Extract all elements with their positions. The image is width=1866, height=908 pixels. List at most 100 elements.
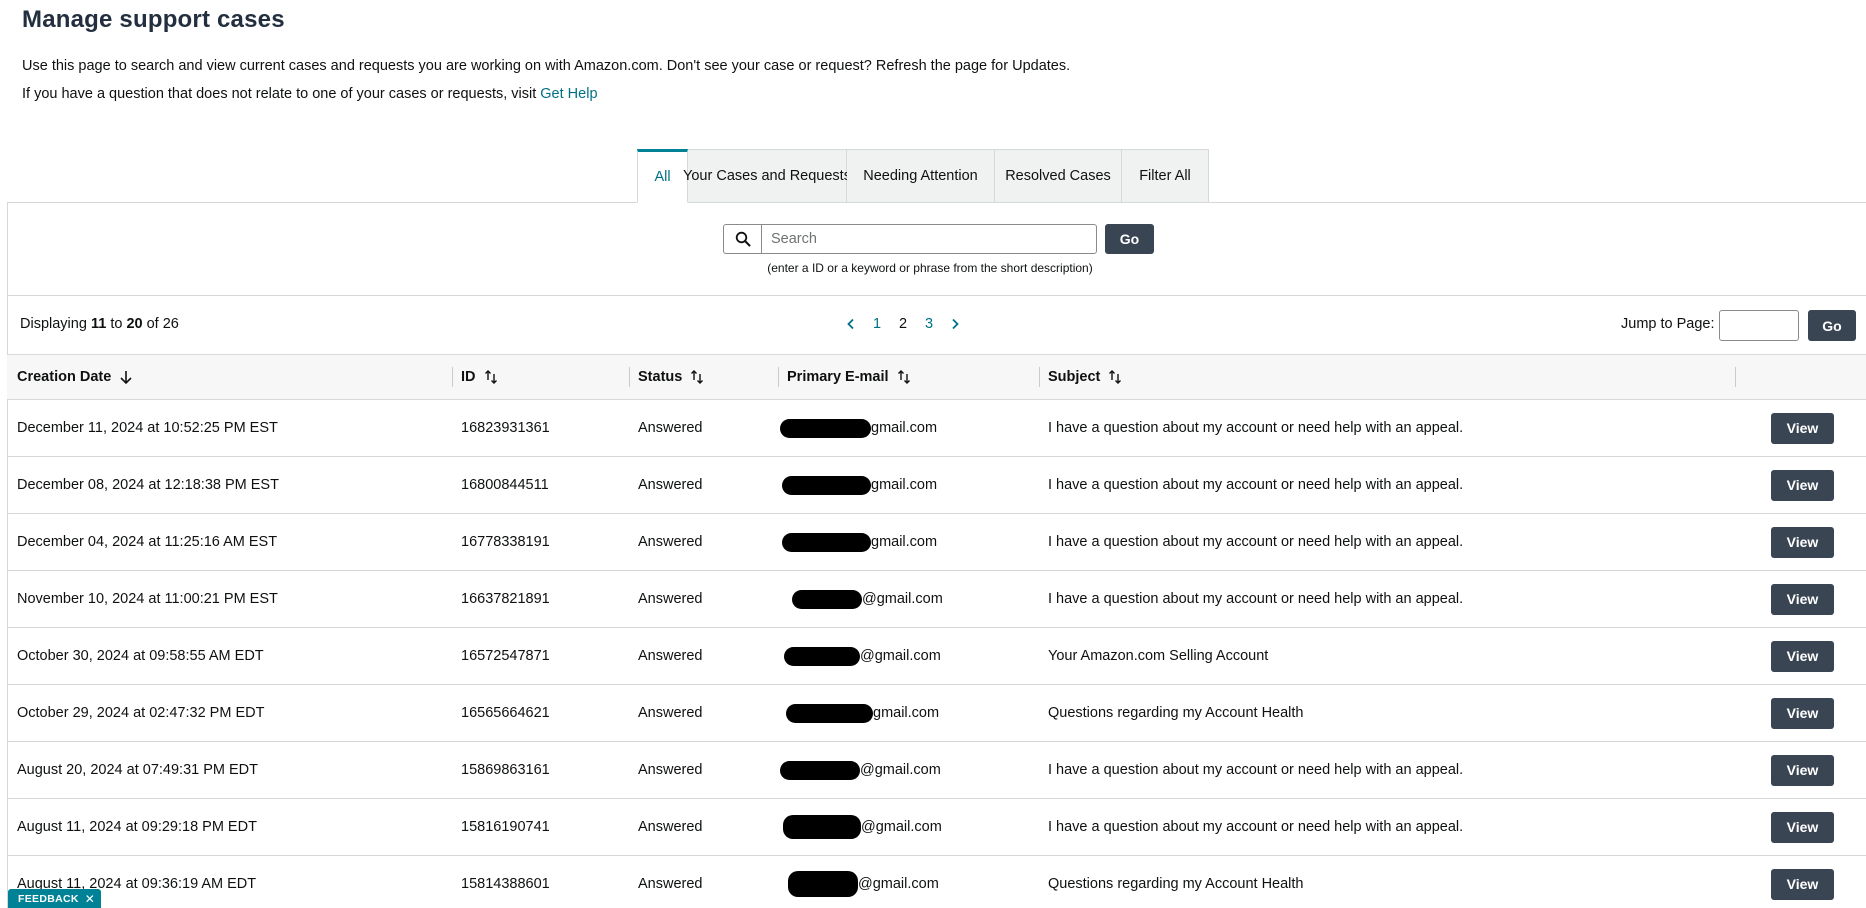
email-suffix: @gmail.com <box>862 591 943 607</box>
cell-creation-date: December 04, 2024 at 11:25:16 AM EST <box>17 534 278 550</box>
redaction-mark <box>780 418 871 438</box>
redaction-mark <box>784 646 860 666</box>
search-icon[interactable] <box>723 224 761 254</box>
close-icon[interactable]: ✕ <box>85 892 95 906</box>
feedback-tab[interactable]: FEEDBACK ✕ <box>8 889 102 908</box>
page-title: Manage support cases <box>22 6 285 33</box>
view-button[interactable]: View <box>1771 583 1834 615</box>
sort-updown-icon <box>484 369 498 385</box>
feedback-label: FEEDBACK <box>18 893 79 905</box>
view-button[interactable]: View <box>1771 868 1834 900</box>
redaction-mark <box>792 589 862 609</box>
page-2[interactable]: 2 <box>890 313 916 335</box>
column-separator <box>778 367 779 387</box>
cell-email: gmail.com <box>780 457 937 513</box>
column-subject[interactable]: Subject <box>1048 355 1122 399</box>
column-separator <box>452 367 453 387</box>
tab-filter-all[interactable]: Filter All <box>1122 149 1209 203</box>
cell-action: View <box>1771 457 1834 513</box>
cell-status: Answered <box>638 705 703 721</box>
view-button[interactable]: View <box>1771 754 1834 786</box>
cell-id: 16823931361 <box>461 420 550 436</box>
help-prefix: If you have a question that does not rel… <box>22 86 537 102</box>
cell-subject: I have a question about my account or ne… <box>1048 534 1464 550</box>
cell-email: gmail.com <box>780 514 937 570</box>
cell-creation-date: August 20, 2024 at 07:49:31 PM EDT <box>17 762 259 778</box>
view-button[interactable]: View <box>1771 811 1834 843</box>
cell-subject: I have a question about my account or ne… <box>1048 477 1464 493</box>
view-button[interactable]: View <box>1771 697 1834 729</box>
cell-id: 16565664621 <box>461 705 550 721</box>
table-row: December 11, 2024 at 10:52:25 PM EST 168… <box>7 400 1866 457</box>
cell-id: 16778338191 <box>461 534 550 550</box>
get-help-link[interactable]: Get Help <box>540 86 597 102</box>
view-button[interactable]: View <box>1771 469 1834 501</box>
cell-status: Answered <box>638 648 703 664</box>
view-button[interactable]: View <box>1771 640 1834 672</box>
table-row: December 04, 2024 at 11:25:16 AM EST 167… <box>7 514 1866 571</box>
cell-status: Answered <box>638 819 703 835</box>
search-input[interactable] <box>761 224 1097 254</box>
column-separator <box>1039 367 1040 387</box>
cell-action: View <box>1771 628 1834 684</box>
column-label: Subject <box>1048 369 1101 385</box>
search-go-button[interactable]: Go <box>1105 224 1154 254</box>
arrow-down-icon <box>119 369 133 385</box>
page-description: Use this page to search and view current… <box>22 58 1071 74</box>
cell-id: 15814388601 <box>461 876 550 892</box>
display-count: Displaying 11 to 20 of 26 <box>20 316 179 332</box>
email-suffix: @gmail.com <box>860 648 941 664</box>
email-suffix: gmail.com <box>873 705 940 721</box>
divider <box>7 295 1866 296</box>
cell-email: @gmail.com <box>780 571 943 627</box>
cell-creation-date: August 11, 2024 at 09:29:18 PM EDT <box>17 819 257 835</box>
column-id[interactable]: ID <box>461 355 498 399</box>
cell-action: View <box>1771 742 1834 798</box>
cell-action: View <box>1771 856 1834 908</box>
cell-action: View <box>1771 514 1834 570</box>
cell-creation-date: October 29, 2024 at 02:47:32 PM EDT <box>17 705 265 721</box>
jump-to-page-input[interactable] <box>1719 310 1799 341</box>
tab-your-cases[interactable]: Your Cases and Requests <box>683 149 851 203</box>
cell-id: 15816190741 <box>461 819 550 835</box>
display-to-word: to <box>110 316 123 332</box>
column-primary-email[interactable]: Primary E-mail <box>787 355 911 399</box>
cell-status: Answered <box>638 477 703 493</box>
cell-id: 16572547871 <box>461 648 550 664</box>
table-row: October 30, 2024 at 09:58:55 AM EDT 1657… <box>7 628 1866 685</box>
view-button[interactable]: View <box>1771 412 1834 444</box>
column-label: Primary E-mail <box>787 369 889 385</box>
cell-email: @gmail.com <box>780 799 942 855</box>
email-suffix: gmail.com <box>871 534 938 550</box>
sort-updown-icon <box>690 369 704 385</box>
jump-go-button[interactable]: Go <box>1808 310 1856 341</box>
tab-resolved-cases[interactable]: Resolved Cases <box>995 149 1122 203</box>
display-total: 26 <box>162 316 179 332</box>
display-from: 11 <box>90 316 107 332</box>
cell-creation-date: December 08, 2024 at 12:18:38 PM EST <box>17 477 279 493</box>
cell-email: @gmail.com <box>780 856 939 908</box>
cell-id: 15869863161 <box>461 762 550 778</box>
cell-subject: Your Amazon.com Selling Account <box>1048 648 1269 664</box>
redaction-mark <box>788 871 858 897</box>
cell-creation-date: December 11, 2024 at 10:52:25 PM EST <box>17 420 278 436</box>
cell-status: Answered <box>638 420 703 436</box>
email-suffix: @gmail.com <box>861 819 942 835</box>
cell-action: View <box>1771 571 1834 627</box>
tab-needing-attention[interactable]: Needing Attention <box>847 149 995 203</box>
sort-updown-icon <box>897 369 911 385</box>
display-of-word: of <box>146 316 159 332</box>
cell-creation-date: October 30, 2024 at 09:58:55 AM EDT <box>17 648 264 664</box>
page-1[interactable]: 1 <box>864 313 890 335</box>
cases-table-body: December 11, 2024 at 10:52:25 PM EST 168… <box>7 400 1866 908</box>
chevron-left-icon[interactable] <box>838 313 864 335</box>
column-status[interactable]: Status <box>638 355 704 399</box>
page-3[interactable]: 3 <box>916 313 942 335</box>
tab-all[interactable]: All <box>637 149 688 203</box>
column-separator <box>1735 367 1736 387</box>
column-creation-date[interactable]: Creation Date <box>17 355 133 399</box>
support-cases-page: Manage support cases Use this page to se… <box>0 0 1866 908</box>
view-button[interactable]: View <box>1771 526 1834 558</box>
chevron-right-icon[interactable] <box>942 313 968 335</box>
cell-id: 16637821891 <box>461 591 550 607</box>
